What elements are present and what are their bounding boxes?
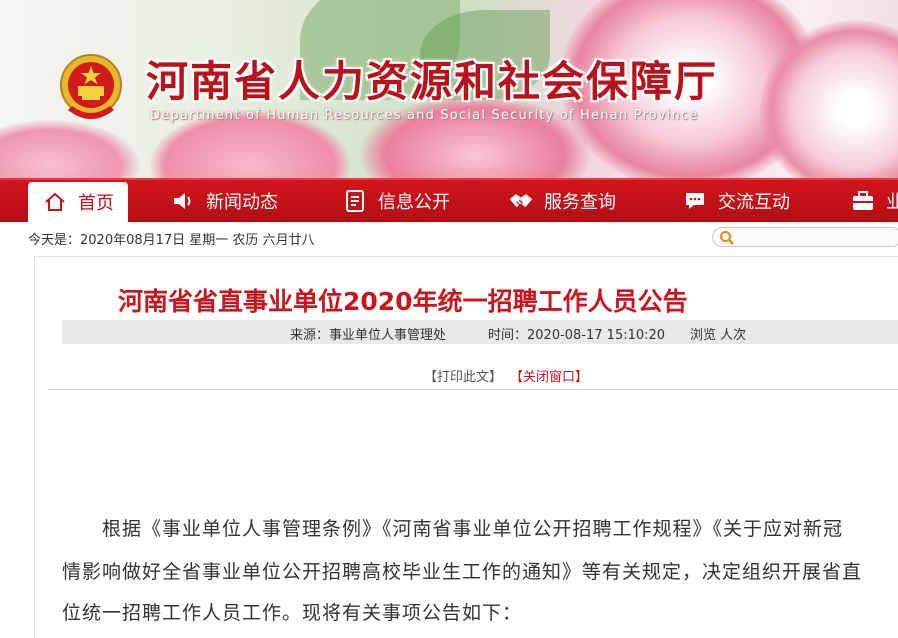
chat-icon — [682, 188, 708, 214]
close-window-link[interactable]: 【关闭窗口】 — [510, 366, 588, 385]
paragraph-line: 根据《事业单位人事管理条例》《河南省事业单位公开招聘工作规程》《关于应对新冠 — [102, 518, 844, 540]
article-views: 浏览 人次 — [690, 328, 747, 343]
national-emblem-icon — [58, 52, 124, 126]
search-icon[interactable] — [719, 230, 735, 246]
nav-item-news[interactable]: 新闻动态 — [170, 180, 278, 222]
main-nav: 首页 新闻动态 信息公开 服务查询 交流互动 业 — [0, 178, 898, 222]
nav-item-label: 新闻动态 — [206, 192, 278, 213]
paragraph-line: 位统一招聘工作人员工作。现将有关事项公告如下： — [62, 602, 523, 624]
search-input[interactable] — [712, 227, 898, 247]
nav-item-label: 业 — [886, 192, 898, 213]
article-source: 来源：事业单位人事管理处 — [290, 328, 447, 343]
nav-item-interaction[interactable]: 交流互动 — [682, 180, 790, 222]
speaker-icon — [170, 188, 196, 214]
article-time: 时间：2020-08-17 15:10:20 — [488, 328, 666, 343]
site-title: 河南省人力资源和社会保障厅 — [146, 57, 719, 106]
nav-item-home[interactable]: 首页 — [28, 182, 128, 222]
nav-item-info[interactable]: 信息公开 — [342, 180, 450, 222]
flower-decoration — [0, 120, 140, 178]
document-icon — [342, 188, 368, 214]
current-date: 今天是：2020年08月17日 星期一 农历 六月廿八 — [28, 233, 315, 248]
date-bar: 今天是：2020年08月17日 星期一 农历 六月廿八 — [0, 222, 898, 252]
site-subtitle: Department of Human Resources and Social… — [150, 108, 699, 123]
nav-item-service[interactable]: 服务查询 — [508, 180, 616, 222]
briefcase-icon — [850, 188, 876, 214]
nav-item-label: 交流互动 — [718, 192, 790, 213]
nav-item-label: 信息公开 — [378, 192, 450, 213]
divider — [48, 389, 898, 390]
home-icon — [42, 189, 68, 215]
handshake-icon — [508, 188, 534, 214]
header-banner: 河南省人力资源和社会保障厅 Department of Human Resour… — [0, 0, 898, 178]
nav-item-label: 首页 — [78, 193, 114, 214]
print-link[interactable]: 【打印此文】 — [424, 366, 502, 385]
nav-item-label: 服务查询 — [544, 192, 616, 213]
article-title: 河南省省直事业单位2020年统一招聘工作人员公告 — [118, 287, 688, 316]
nav-item-business[interactable]: 业 — [850, 180, 898, 222]
article-meta: 来源：事业单位人事管理处 时间：2020-08-17 15:10:20 浏览 人… — [62, 320, 898, 344]
paragraph-line: 情影响做好全省事业单位公开招聘高校毕业生工作的通知》等有关规定，决定组织开展省直 — [62, 561, 863, 583]
